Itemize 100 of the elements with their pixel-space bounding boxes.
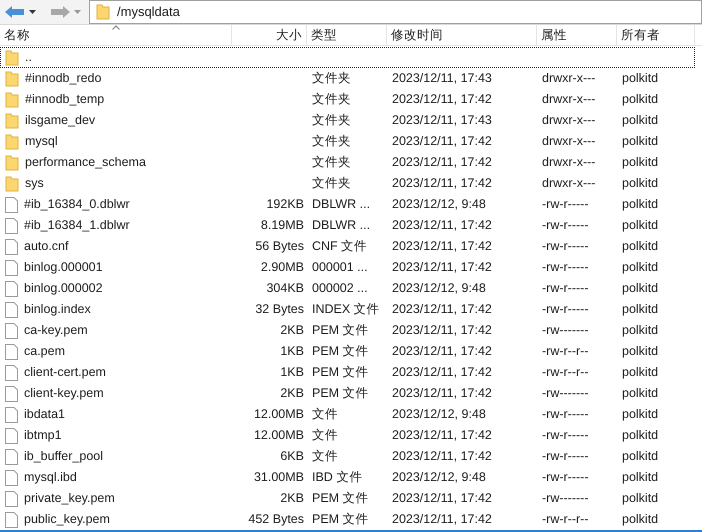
- file-icon: [5, 470, 18, 486]
- file-row[interactable]: client-cert.pem 1KB PEM 文件 2023/12/11, 17:42 -rw-r--r-- polkitd: [0, 362, 695, 384]
- name-cell-text: ibdata1: [24, 406, 66, 424]
- owner-cell-text: polkitd: [622, 448, 658, 466]
- address-field[interactable]: /mysqldata: [89, 0, 702, 24]
- modified-cell-text: 2023/12/11, 17:42: [392, 154, 492, 172]
- name-cell-text: ib_buffer_pool: [24, 448, 104, 466]
- file-row[interactable]: private_key.pem 2KB PEM 文件 2023/12/11, 17:42 -rw------- polkitd: [0, 488, 695, 510]
- type-cell-text: DBLWR ...: [312, 217, 370, 234]
- type-cell-text: 文件夹: [312, 91, 351, 108]
- modified-cell-text: 2023/12/11, 17:42: [392, 364, 492, 382]
- name-cell-text: binlog.000001: [24, 259, 103, 276]
- owner-cell-text: polkitd: [622, 133, 658, 150]
- file-row[interactable]: ca.pem 1KB PEM 文件 2023/12/11, 17:42 -rw-r--r-- polkitd: [0, 341, 695, 362]
- owner-cell-text: polkitd: [622, 154, 658, 172]
- type-cell-text: PEM 文件: [312, 364, 369, 382]
- file-row[interactable]: client-key.pem 2KB PEM 文件 2023/12/11, 17:42 -rw------- polkitd: [0, 383, 695, 404]
- type-cell-text: 文件夹: [312, 112, 351, 130]
- forward-arrow-icon[interactable]: [49, 5, 71, 19]
- file-row[interactable]: #innodb_temp 文件夹 2023/12/11, 17:42 drwxr-x--- polkitd: [0, 89, 695, 110]
- file-icon: [5, 218, 18, 234]
- file-row[interactable]: performance_schema 文件夹 2023/12/11, 17:42 drwxr-x--- polkitd: [0, 152, 695, 174]
- file-row[interactable]: #ib_16384_0.dblwr 192KB DBLWR ... 2023/12/12, 9:48 -rw-r----- polkitd: [0, 194, 695, 216]
- name-cell-text: binlog.index: [24, 301, 91, 318]
- modified-cell-text: 2023/12/11, 17:43: [392, 70, 492, 88]
- attributes-cell-text: -rw-r-----: [542, 448, 588, 466]
- file-icon: [5, 406, 18, 423]
- owner-cell-text: polkitd: [622, 91, 658, 108]
- file-row[interactable]: ib_buffer_pool 6KB 文件 2023/12/11, 17:42 -rw-r----- polkitd: [0, 446, 695, 468]
- dropdown-caret-icon[interactable]: [29, 10, 36, 14]
- owner-cell-text: polkitd: [622, 343, 658, 360]
- owner-cell-text: polkitd: [622, 427, 658, 444]
- attributes-cell-text: -rw-r--r--: [542, 343, 588, 360]
- size-cell-text: 56 Bytes: [255, 238, 304, 256]
- modified-cell-text: 2023/12/11, 17:42: [392, 133, 492, 150]
- folder-icon: [5, 154, 19, 171]
- column-header[interactable]: 类型: [307, 25, 387, 46]
- attributes-cell-text: -rw-r-----: [542, 280, 588, 298]
- type-cell-text: PEM 文件: [312, 490, 369, 508]
- attributes-cell-text: -rw-------: [542, 322, 588, 340]
- file-row[interactable]: mysql 文件夹 2023/12/11, 17:42 drwxr-x--- polkitd: [0, 131, 695, 152]
- size-cell-text: 2KB: [280, 490, 304, 508]
- file-icon: [5, 344, 18, 360]
- size-cell-text: 1KB: [280, 364, 304, 382]
- name-cell-text: ca.pem: [24, 343, 65, 360]
- attributes-cell-text: drwxr-x---: [542, 112, 596, 130]
- file-row[interactable]: ..: [0, 47, 695, 68]
- file-row[interactable]: #innodb_redo 文件夹 2023/12/11, 17:43 drwxr-x--- polkitd: [0, 68, 695, 90]
- file-row[interactable]: ca-key.pem 2KB PEM 文件 2023/12/11, 17:42 -rw------- polkitd: [0, 320, 695, 342]
- file-row[interactable]: binlog.index 32 Bytes INDEX 文件 2023/12/11, 17:42 -rw-r----- polkitd: [0, 299, 695, 320]
- modified-cell-text: 2023/12/11, 17:42: [392, 301, 492, 318]
- file-row[interactable]: ilsgame_dev 文件夹 2023/12/11, 17:43 drwxr-x--- polkitd: [0, 110, 695, 132]
- owner-cell-text: polkitd: [622, 70, 658, 88]
- type-cell-text: CNF 文件: [312, 238, 368, 256]
- owner-cell-text: polkitd: [622, 301, 658, 318]
- file-icon: [5, 428, 18, 444]
- size-cell-text: 2.90MB: [260, 259, 304, 276]
- modified-cell-text: 2023/12/12, 9:48: [392, 406, 486, 424]
- attributes-cell-text: drwxr-x---: [542, 175, 596, 192]
- name-cell-text: ..: [25, 49, 32, 66]
- size-cell-text: 31.00MB: [254, 469, 304, 486]
- attributes-cell-text: -rw-r--r--: [542, 364, 588, 382]
- column-header[interactable]: 修改时间: [387, 25, 537, 46]
- type-cell-text: DBLWR ...: [312, 196, 370, 214]
- type-cell-text: 文件夹: [312, 175, 351, 192]
- file-row[interactable]: auto.cnf 56 Bytes CNF 文件 2023/12/11, 17:42 -rw-r----- polkitd: [0, 236, 695, 258]
- size-cell-text: 12.00MB: [254, 406, 304, 424]
- owner-cell-text: polkitd: [622, 259, 658, 276]
- owner-cell-text: polkitd: [622, 406, 658, 424]
- owner-cell-text: polkitd: [622, 469, 658, 486]
- owner-cell-text: polkitd: [622, 280, 658, 298]
- file-row[interactable]: sys 文件夹 2023/12/11, 17:42 drwxr-x--- polkitd: [0, 173, 695, 194]
- name-cell-text: #ib_16384_1.dblwr: [24, 217, 130, 234]
- file-row[interactable]: mysql.ibd 31.00MB IBD 文件 2023/12/12, 9:48 -rw-r----- polkitd: [0, 467, 695, 488]
- column-header[interactable]: 所有者: [617, 25, 695, 46]
- modified-cell-text: 2023/12/11, 17:42: [392, 322, 492, 340]
- attributes-cell-text: drwxr-x---: [542, 133, 596, 150]
- attributes-cell-text: -rw-r-----: [542, 469, 588, 486]
- column-header[interactable]: 属性: [537, 25, 617, 46]
- attributes-cell-text: -rw-r-----: [542, 427, 588, 444]
- owner-cell-text: polkitd: [622, 385, 658, 402]
- file-row[interactable]: #ib_16384_1.dblwr 8.19MB DBLWR ... 2023/12/11, 17:42 -rw-r----- polkitd: [0, 215, 695, 236]
- file-row[interactable]: binlog.000002 304KB 000002 ... 2023/12/12, 9:48 -rw-r----- polkitd: [0, 278, 695, 300]
- size-cell-text: 192KB: [266, 196, 304, 214]
- column-header[interactable]: 大小: [232, 25, 307, 46]
- owner-cell-text: polkitd: [622, 217, 658, 234]
- name-cell-text: ca-key.pem: [24, 322, 88, 340]
- column-header[interactable]: 名称: [0, 25, 232, 46]
- file-row[interactable]: ibtmp1 12.00MB 文件 2023/12/11, 17:42 -rw-r----- polkitd: [0, 425, 695, 446]
- folder-icon: [5, 112, 19, 129]
- file-row[interactable]: public_key.pem 452 Bytes PEM 文件 2023/12/11, 17:42 -rw-r--r-- polkitd: [0, 509, 695, 530]
- file-row[interactable]: ibdata1 12.00MB 文件 2023/12/12, 9:48 -rw-r----- polkitd: [0, 404, 695, 426]
- file-row[interactable]: binlog.000001 2.90MB 000001 ... 2023/12/11, 17:42 -rw-r----- polkitd: [0, 257, 695, 278]
- name-cell-text: mysql: [25, 133, 58, 150]
- attributes-cell-text: -rw-r-----: [542, 406, 588, 424]
- folder-icon: [5, 50, 19, 66]
- file-icon: [5, 386, 18, 402]
- owner-cell-text: polkitd: [622, 175, 658, 192]
- file-icon: [5, 260, 18, 276]
- name-cell-text: mysql.ibd: [24, 469, 77, 486]
